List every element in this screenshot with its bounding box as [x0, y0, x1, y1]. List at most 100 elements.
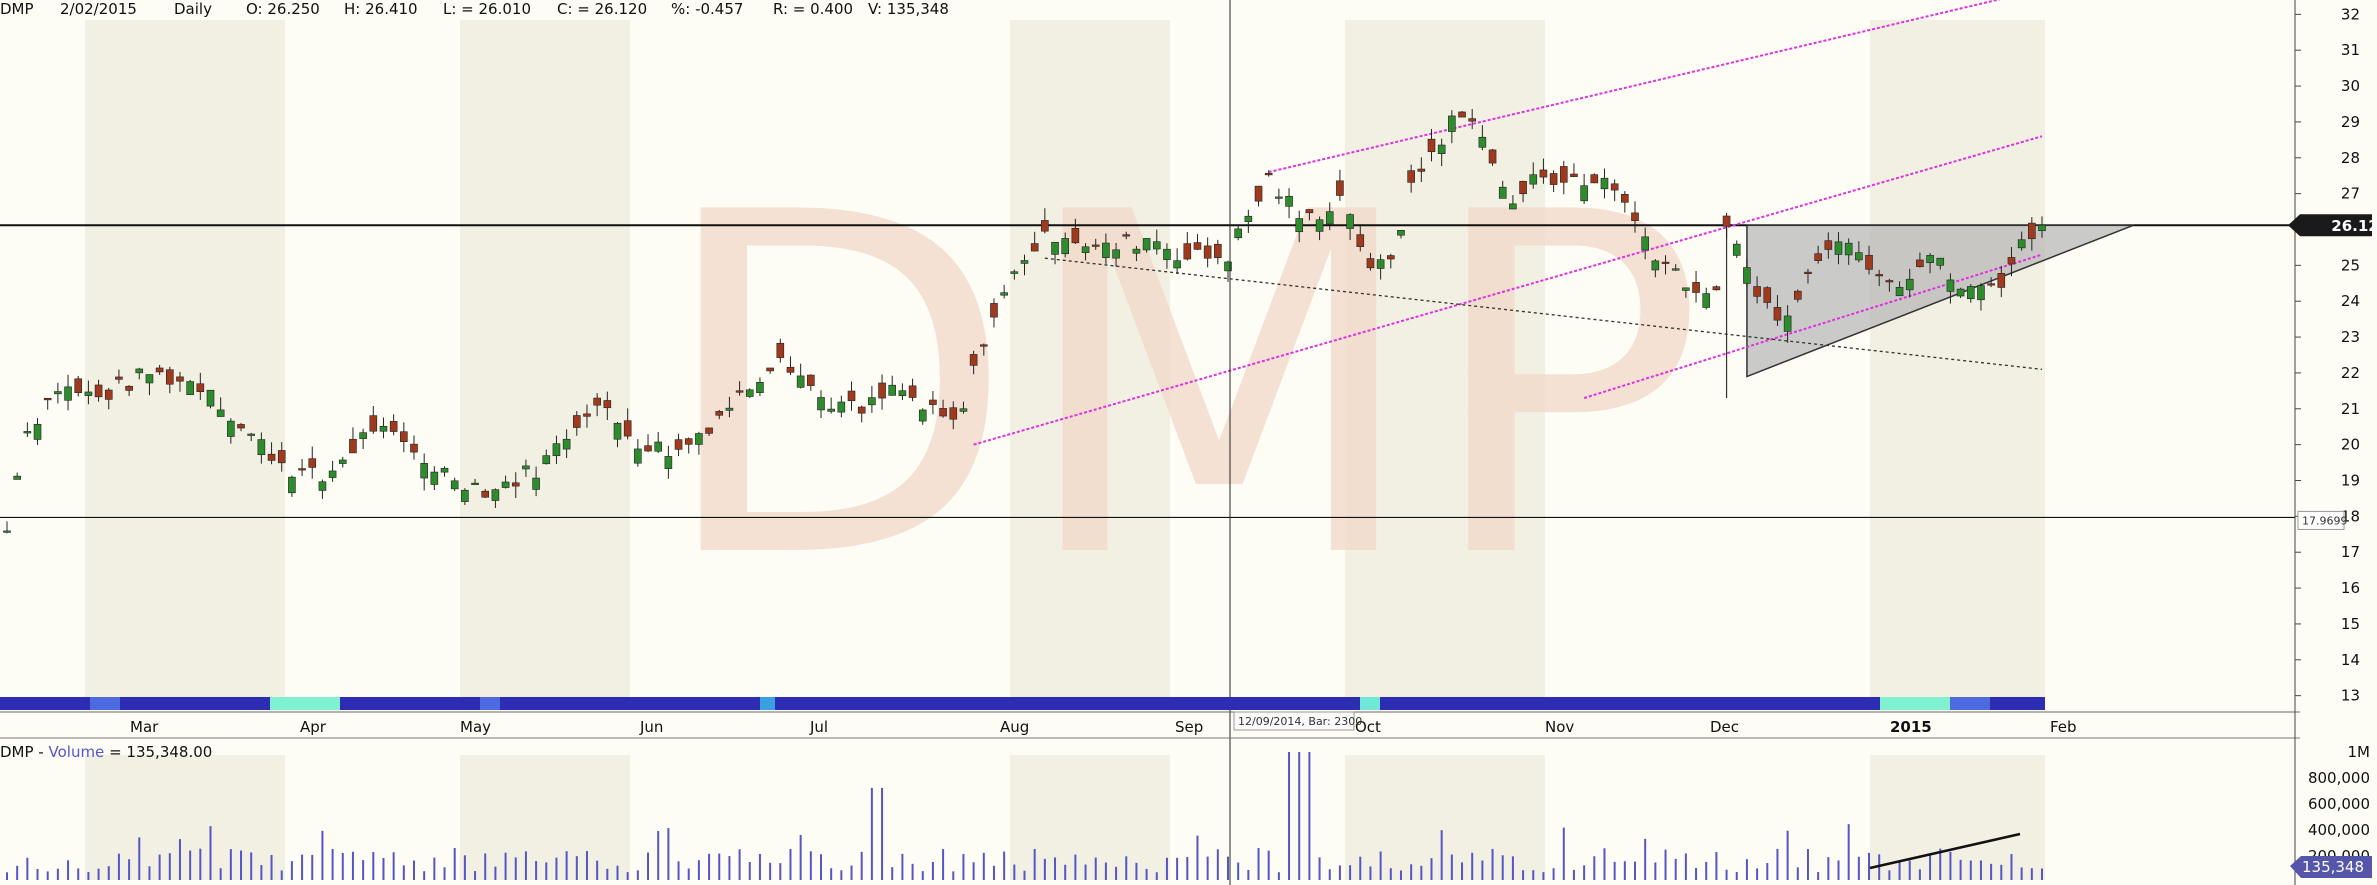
candle-body — [1753, 286, 1761, 297]
candle-body — [807, 374, 815, 386]
price-chart[interactable]: DMP Mar Apr May Jun Jul Aug Sep Oct Nov Dec 2015 Fe… — [0, 0, 2377, 885]
candle-body — [1091, 244, 1100, 247]
candle-body — [552, 443, 561, 457]
candle-body — [796, 375, 805, 388]
candle-body — [125, 385, 133, 391]
candle-body — [1519, 181, 1527, 195]
candle-body — [186, 381, 194, 395]
candle-body — [206, 389, 215, 407]
candle-body — [888, 384, 897, 396]
candle-body — [725, 407, 734, 411]
volume-value: V: 135,348 — [868, 0, 949, 18]
candle-body — [23, 431, 32, 434]
candle-body — [145, 374, 154, 384]
candle-body — [400, 431, 408, 442]
price-tag-label: 26.12 — [2331, 217, 2377, 235]
candle-body — [979, 344, 988, 347]
candle-body — [1417, 168, 1426, 172]
candle-body — [267, 453, 276, 461]
candle-body — [1509, 203, 1517, 210]
candle-body — [1621, 194, 1629, 203]
candle-body — [1346, 214, 1354, 229]
candle-body — [115, 376, 123, 380]
candle-body — [1692, 282, 1700, 293]
month-band — [460, 20, 630, 710]
candle-body — [583, 413, 591, 417]
y-tick-label: 27 — [2341, 185, 2360, 203]
candle-body — [1834, 241, 1843, 255]
candle-body — [1722, 215, 1731, 227]
candle-body — [705, 427, 713, 434]
candle-body — [857, 406, 866, 414]
candle-body — [1783, 315, 1792, 332]
header-bar: DMP 2/02/2015 Daily O: 26.250 H: 26.410 … — [0, 0, 949, 20]
candle-body — [623, 420, 632, 437]
low-value: L: = 26.010 — [443, 0, 532, 18]
candle-body — [247, 433, 255, 436]
candle-body — [1295, 218, 1304, 233]
y-tick-label: 22 — [2341, 364, 2360, 382]
candle-body — [1163, 248, 1171, 260]
candle-body — [1254, 185, 1263, 202]
candle-body — [461, 489, 469, 502]
strip-segment — [480, 697, 500, 710]
period: Daily — [174, 0, 212, 18]
candle-body — [1743, 267, 1751, 284]
candle-body — [1580, 185, 1588, 202]
candle-body — [593, 397, 601, 406]
candle-body — [1285, 195, 1293, 207]
candle-body — [135, 368, 144, 374]
candle-body — [471, 482, 479, 485]
candle-body — [2028, 222, 2036, 240]
candle-body — [1000, 292, 1008, 296]
month-label: Nov — [1545, 718, 1574, 736]
candle-body — [318, 481, 327, 491]
candle-body — [1997, 273, 2006, 288]
candle-body — [1936, 257, 1945, 266]
candle-body — [1559, 166, 1568, 183]
candle-body — [817, 397, 825, 411]
candle-body — [1488, 149, 1497, 164]
volume-y-axis: 1M800,000600,000400,000200,000 — [2308, 743, 2370, 865]
y-tick-label: 31 — [2341, 41, 2360, 59]
symbol: DMP — [0, 0, 34, 18]
volume-month-band — [85, 755, 285, 880]
month-label: Jul — [809, 718, 828, 736]
candle-body — [288, 476, 296, 494]
strip-segment — [0, 697, 90, 710]
candle-body — [13, 475, 21, 480]
watermark-text: DMP — [655, 114, 1706, 661]
candle-body — [1600, 177, 1609, 190]
candle-body — [1366, 258, 1375, 269]
strip-segment — [1950, 697, 1990, 710]
candle-body — [1427, 138, 1436, 153]
candle-body — [603, 400, 612, 409]
candle-body — [1641, 236, 1649, 251]
candle-body — [1529, 174, 1538, 185]
candle-body — [827, 408, 835, 412]
month-label: Feb — [2050, 718, 2077, 736]
candle-body — [1885, 280, 1894, 283]
candle-body — [1275, 196, 1283, 199]
candle-body — [847, 390, 856, 402]
candle-body — [1539, 169, 1548, 178]
candle-body — [359, 432, 367, 439]
candle-body — [969, 354, 978, 366]
y-tick-label: 15 — [2341, 615, 2360, 633]
y-tick-label: 32 — [2341, 5, 2360, 23]
candle-body — [654, 441, 663, 452]
candle-body — [1702, 293, 1711, 308]
y-tick-label: 29 — [2341, 113, 2360, 131]
candle-body — [990, 303, 998, 318]
candle-body — [1732, 243, 1741, 256]
candle-body — [1305, 209, 1314, 214]
y-tick-label: 16 — [2341, 579, 2360, 597]
candle-body — [898, 390, 907, 397]
candle-body — [338, 459, 347, 464]
candle-body — [1651, 260, 1660, 271]
candle-body — [1183, 243, 1192, 260]
month-label: Apr — [300, 718, 327, 736]
candle-body — [308, 458, 317, 468]
candle-body — [1905, 278, 1914, 291]
strip-segment — [340, 697, 480, 710]
